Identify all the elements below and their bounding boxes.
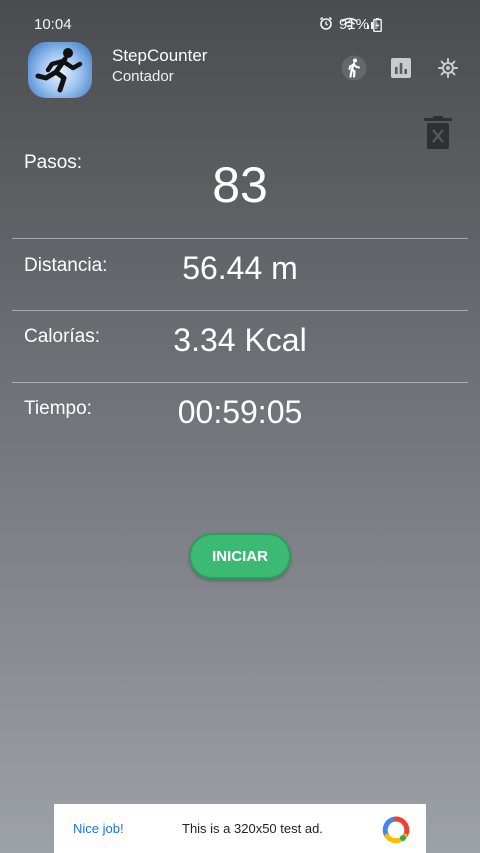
app-title: StepCounter xyxy=(112,46,208,65)
delete-icon xyxy=(422,116,454,154)
divider xyxy=(12,238,468,239)
app-logo xyxy=(28,42,92,98)
bar-chart-icon xyxy=(390,57,412,84)
ad-text: This is a 320x50 test ad. xyxy=(182,821,323,836)
settings-button[interactable] xyxy=(434,56,462,84)
stats-tab-button[interactable] xyxy=(387,56,415,84)
walking-icon xyxy=(341,55,367,86)
calories-value: 3.34 Kcal xyxy=(173,322,307,358)
settings-icon xyxy=(437,57,459,84)
app-bar: StepCounter Contador xyxy=(0,40,480,100)
status-bar: 10:04 91% xyxy=(0,0,480,44)
steps-tab-button[interactable] xyxy=(340,55,368,86)
distance-value: 56.44 m xyxy=(182,250,298,286)
steps-value: 83 xyxy=(212,157,268,213)
divider xyxy=(12,310,468,311)
battery-percent: 91% xyxy=(338,16,369,33)
reset-button[interactable] xyxy=(422,116,454,150)
start-button[interactable]: INICIAR xyxy=(189,533,291,579)
app-subtitle: Contador xyxy=(112,68,174,85)
alarm-icon xyxy=(319,16,333,30)
ad-choices-icon[interactable] xyxy=(382,816,410,844)
ad-badge: Nice job! xyxy=(73,821,124,836)
battery-status: 91% xyxy=(339,16,382,33)
ad-banner[interactable]: Nice job! This is a 320x50 test ad. xyxy=(54,804,426,853)
battery-charging-icon xyxy=(373,17,382,32)
divider xyxy=(12,382,468,383)
status-time: 10:04 xyxy=(34,16,72,33)
time-value: 00:59:05 xyxy=(177,394,303,430)
